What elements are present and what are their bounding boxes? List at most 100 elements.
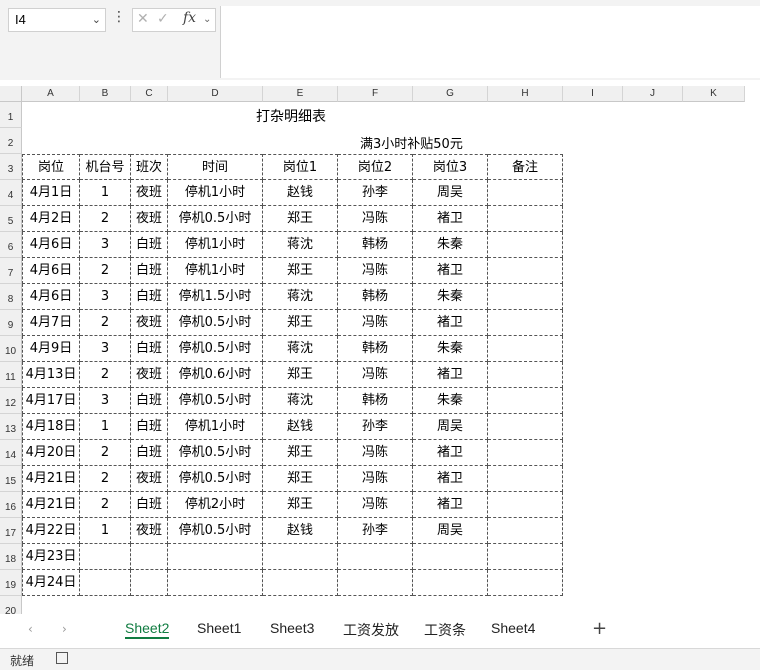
sheet-title[interactable]: 打杂明细表 xyxy=(256,106,326,126)
table-cell[interactable]: 夜班 xyxy=(131,362,168,388)
table-cell[interactable]: 白班 xyxy=(131,492,168,518)
table-cell[interactable]: 2 xyxy=(80,206,131,232)
table-cell[interactable] xyxy=(488,492,563,518)
row-header[interactable]: 20 xyxy=(0,596,22,614)
table-header-cell[interactable]: 岗位3 xyxy=(413,154,488,180)
column-header[interactable]: C xyxy=(131,86,168,102)
table-cell[interactable]: 夜班 xyxy=(131,466,168,492)
table-cell[interactable]: 1 xyxy=(80,180,131,206)
row-header[interactable]: 10 xyxy=(0,336,22,362)
table-cell[interactable]: 褚卫 xyxy=(413,258,488,284)
table-cell[interactable] xyxy=(488,206,563,232)
table-cell[interactable]: 郑王 xyxy=(263,310,338,336)
row-header[interactable]: 12 xyxy=(0,388,22,414)
table-cell[interactable]: 韩杨 xyxy=(338,336,413,362)
table-cell[interactable] xyxy=(488,284,563,310)
table-cell[interactable]: 蒋沈 xyxy=(263,336,338,362)
table-cell[interactable] xyxy=(488,440,563,466)
table-cell[interactable]: 白班 xyxy=(131,258,168,284)
name-box[interactable]: I4 ⌄ xyxy=(8,8,106,32)
table-cell[interactable]: 冯陈 xyxy=(338,310,413,336)
table-cell[interactable] xyxy=(80,570,131,596)
table-cell[interactable]: 2 xyxy=(80,466,131,492)
table-header-cell[interactable]: 岗位1 xyxy=(263,154,338,180)
table-cell[interactable]: 2 xyxy=(80,362,131,388)
table-cell[interactable] xyxy=(338,544,413,570)
table-header-cell[interactable]: 班次 xyxy=(131,154,168,180)
table-cell[interactable]: 褚卫 xyxy=(413,440,488,466)
table-cell[interactable]: 4月9日 xyxy=(22,336,80,362)
column-header[interactable]: D xyxy=(168,86,263,102)
table-cell[interactable]: 停机2小时 xyxy=(168,492,263,518)
row-header[interactable]: 6 xyxy=(0,232,22,258)
table-cell[interactable]: 4月13日 xyxy=(22,362,80,388)
table-cell[interactable]: 朱秦 xyxy=(413,284,488,310)
select-all-corner[interactable] xyxy=(0,86,22,102)
table-cell[interactable]: 朱秦 xyxy=(413,388,488,414)
row-header[interactable]: 7 xyxy=(0,258,22,284)
row-header[interactable]: 1 xyxy=(0,102,22,128)
column-header[interactable]: H xyxy=(488,86,563,102)
table-cell[interactable]: 4月6日 xyxy=(22,284,80,310)
table-cell[interactable]: 郑王 xyxy=(263,258,338,284)
table-cell[interactable]: 4月7日 xyxy=(22,310,80,336)
table-cell[interactable]: 周吴 xyxy=(413,414,488,440)
table-cell[interactable]: 4月6日 xyxy=(22,258,80,284)
confirm-icon[interactable]: ✓ xyxy=(157,11,169,27)
table-cell[interactable]: 朱秦 xyxy=(413,232,488,258)
sheet-tab[interactable]: 工资条 xyxy=(424,620,466,640)
table-cell[interactable]: 4月18日 xyxy=(22,414,80,440)
table-cell[interactable] xyxy=(168,570,263,596)
table-cell[interactable]: 白班 xyxy=(131,232,168,258)
table-cell[interactable]: 1 xyxy=(80,518,131,544)
table-cell[interactable] xyxy=(131,544,168,570)
spreadsheet-grid[interactable]: 打杂明细表 满3小时补贴50元 A B C D E F G H I J K 1 2 3 4 5 6 7 8 9 10 11… xyxy=(0,86,760,614)
table-header-cell[interactable]: 时间 xyxy=(168,154,263,180)
table-header-cell[interactable]: 备注 xyxy=(488,154,563,180)
column-header[interactable]: F xyxy=(338,86,413,102)
table-cell[interactable] xyxy=(488,544,563,570)
sheet-tab[interactable]: Sheet2 xyxy=(125,620,170,639)
sheet-note[interactable]: 满3小时补贴50元 xyxy=(360,133,463,152)
row-header[interactable]: 16 xyxy=(0,492,22,518)
table-cell[interactable]: 夜班 xyxy=(131,206,168,232)
table-cell[interactable]: 2 xyxy=(80,258,131,284)
table-cell[interactable]: 韩杨 xyxy=(338,284,413,310)
row-header[interactable]: 14 xyxy=(0,440,22,466)
column-header[interactable]: J xyxy=(623,86,683,102)
row-header[interactable]: 18 xyxy=(0,544,22,570)
table-cell[interactable]: 孙李 xyxy=(338,180,413,206)
table-cell[interactable] xyxy=(488,336,563,362)
table-cell[interactable]: 4月22日 xyxy=(22,518,80,544)
sheet-tab[interactable]: Sheet3 xyxy=(270,620,314,636)
row-header[interactable]: 3 xyxy=(0,154,22,180)
table-cell[interactable]: 夜班 xyxy=(131,180,168,206)
table-cell[interactable]: 白班 xyxy=(131,440,168,466)
table-cell[interactable]: 停机0.6小时 xyxy=(168,362,263,388)
table-cell[interactable]: 停机1小时 xyxy=(168,232,263,258)
table-cell[interactable] xyxy=(488,362,563,388)
row-header[interactable]: 13 xyxy=(0,414,22,440)
table-cell[interactable]: 郑王 xyxy=(263,466,338,492)
table-cell[interactable] xyxy=(488,414,563,440)
table-cell[interactable]: 停机0.5小时 xyxy=(168,466,263,492)
formula-input[interactable] xyxy=(220,6,760,78)
table-cell[interactable]: 褚卫 xyxy=(413,310,488,336)
table-cell[interactable]: 1 xyxy=(80,414,131,440)
column-header[interactable]: E xyxy=(263,86,338,102)
column-header[interactable]: A xyxy=(22,86,80,102)
table-cell[interactable]: 白班 xyxy=(131,336,168,362)
table-cell[interactable]: 孙李 xyxy=(338,518,413,544)
table-cell[interactable]: 4月23日 xyxy=(22,544,80,570)
table-cell[interactable]: 周吴 xyxy=(413,518,488,544)
table-cell[interactable]: 3 xyxy=(80,232,131,258)
table-cell[interactable]: 4月21日 xyxy=(22,466,80,492)
chevron-down-icon[interactable]: ⌄ xyxy=(203,14,211,25)
table-cell[interactable] xyxy=(488,232,563,258)
row-header[interactable]: 4 xyxy=(0,180,22,206)
table-cell[interactable] xyxy=(263,544,338,570)
table-cell[interactable]: 4月17日 xyxy=(22,388,80,414)
table-cell[interactable]: 停机0.5小时 xyxy=(168,388,263,414)
table-cell[interactable]: 蒋沈 xyxy=(263,388,338,414)
row-header[interactable]: 17 xyxy=(0,518,22,544)
